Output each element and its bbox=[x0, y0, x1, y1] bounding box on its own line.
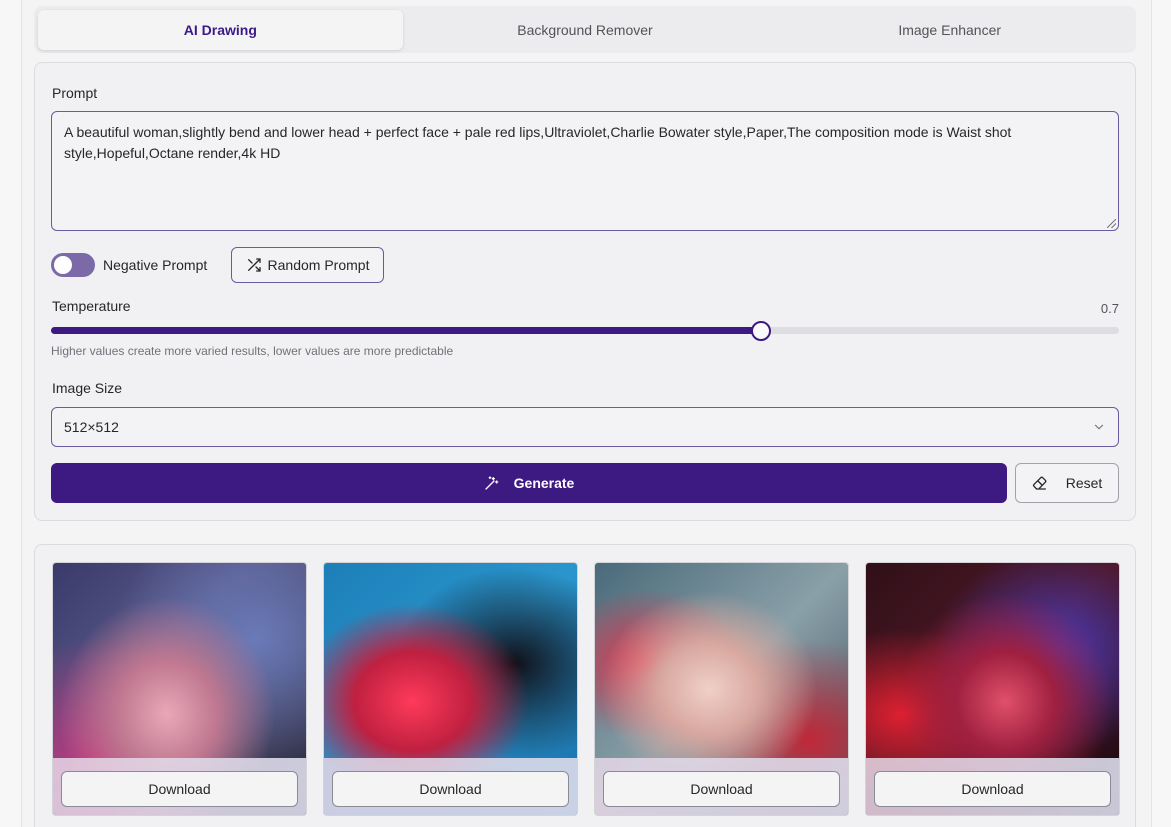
toggle-knob bbox=[54, 256, 72, 274]
slider-thumb[interactable] bbox=[751, 321, 772, 341]
results-panel: Download Download Download Download bbox=[34, 544, 1136, 827]
reset-button[interactable]: Reset bbox=[1015, 463, 1119, 503]
image-size-select[interactable]: 512×512 bbox=[51, 407, 1119, 447]
generation-form: Prompt A beautiful woman,slightly bend a… bbox=[34, 62, 1136, 521]
tab-ai-drawing[interactable]: AI Drawing bbox=[38, 9, 403, 50]
download-button[interactable]: Download bbox=[874, 771, 1111, 807]
temperature-label: Temperature bbox=[52, 298, 131, 314]
resize-grip-icon[interactable] bbox=[1107, 219, 1116, 228]
random-prompt-label: Random Prompt bbox=[267, 257, 370, 273]
eraser-icon bbox=[1032, 476, 1047, 490]
temperature-slider[interactable] bbox=[51, 321, 1119, 341]
result-card: Download bbox=[52, 562, 307, 816]
negative-prompt-toggle[interactable] bbox=[51, 253, 95, 277]
temperature-hint: Higher values create more varied results… bbox=[51, 344, 454, 358]
random-prompt-button[interactable]: Random Prompt bbox=[231, 247, 384, 283]
image-size-value: 512×512 bbox=[64, 419, 119, 435]
tab-image-enhancer[interactable]: Image Enhancer bbox=[767, 10, 1132, 50]
prompt-textarea[interactable]: A beautiful woman,slightly bend and lowe… bbox=[51, 111, 1119, 231]
image-size-label: Image Size bbox=[52, 380, 123, 396]
generate-label: Generate bbox=[513, 475, 575, 491]
slider-fill bbox=[51, 327, 762, 334]
tab-background-remover[interactable]: Background Remover bbox=[403, 10, 768, 50]
download-button[interactable]: Download bbox=[603, 771, 840, 807]
magic-wand-icon bbox=[484, 476, 498, 490]
negative-prompt-label: Negative Prompt bbox=[103, 257, 208, 273]
chevron-down-icon bbox=[1094, 424, 1104, 430]
right-edge-panel bbox=[1151, 0, 1171, 827]
result-card: Download bbox=[594, 562, 849, 816]
temperature-value: 0.7 bbox=[1100, 301, 1119, 316]
left-edge-panel bbox=[0, 0, 22, 827]
result-card: Download bbox=[865, 562, 1120, 816]
reset-label: Reset bbox=[1065, 475, 1103, 491]
tab-bar: AI Drawing Background Remover Image Enha… bbox=[34, 6, 1136, 53]
prompt-text: A beautiful woman,slightly bend and lowe… bbox=[64, 124, 1012, 161]
shuffle-icon bbox=[247, 258, 261, 272]
prompt-label: Prompt bbox=[52, 85, 98, 101]
download-button[interactable]: Download bbox=[61, 771, 298, 807]
download-button[interactable]: Download bbox=[332, 771, 569, 807]
generate-button[interactable]: Generate bbox=[51, 463, 1007, 503]
result-card: Download bbox=[323, 562, 578, 816]
